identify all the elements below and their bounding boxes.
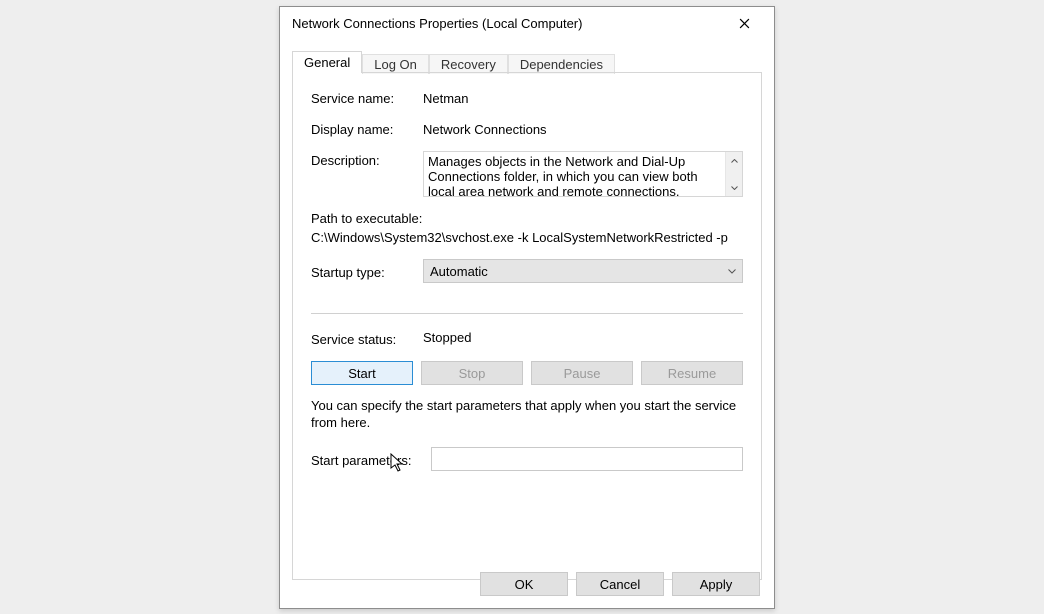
tab-log-on[interactable]: Log On xyxy=(362,54,429,74)
label-service-status: Service status: xyxy=(311,330,423,347)
label-description: Description: xyxy=(311,151,423,168)
chevron-down-icon xyxy=(728,266,736,276)
tab-recovery[interactable]: Recovery xyxy=(429,54,508,74)
titlebar: Network Connections Properties (Local Co… xyxy=(280,7,774,39)
start-params-input[interactable] xyxy=(431,447,743,471)
scroll-up-icon[interactable] xyxy=(726,152,742,169)
start-params-hint: You can specify the start parameters tha… xyxy=(311,397,743,431)
description-scrollbar[interactable] xyxy=(725,152,742,196)
value-path: C:\Windows\System32\svchost.exe -k Local… xyxy=(311,230,743,245)
stop-button: Stop xyxy=(421,361,523,385)
startup-type-select[interactable]: Automatic xyxy=(423,259,743,283)
label-startup-type: Startup type: xyxy=(311,263,423,280)
resume-button: Resume xyxy=(641,361,743,385)
pause-button: Pause xyxy=(531,361,633,385)
divider xyxy=(311,313,743,314)
properties-dialog: Network Connections Properties (Local Co… xyxy=(279,6,775,609)
description-box: Manages objects in the Network and Dial-… xyxy=(423,151,743,197)
label-display-name: Display name: xyxy=(311,120,423,137)
ok-button[interactable]: OK xyxy=(480,572,568,596)
label-service-name: Service name: xyxy=(311,89,423,106)
start-button[interactable]: Start xyxy=(311,361,413,385)
value-display-name: Network Connections xyxy=(423,120,743,137)
tab-panel-general: Service name: Netman Display name: Netwo… xyxy=(292,72,762,580)
cancel-button[interactable]: Cancel xyxy=(576,572,664,596)
value-description: Manages objects in the Network and Dial-… xyxy=(424,152,725,196)
dialog-buttons: OK Cancel Apply xyxy=(480,572,760,596)
close-icon[interactable] xyxy=(722,9,766,37)
tab-strip: General Log On Recovery Dependencies xyxy=(292,49,762,73)
label-path: Path to executable: xyxy=(311,211,743,226)
scroll-down-icon[interactable] xyxy=(726,179,742,196)
label-start-params: Start parameters: xyxy=(311,451,431,468)
tab-general[interactable]: General xyxy=(292,51,362,73)
window-title: Network Connections Properties (Local Co… xyxy=(292,16,722,31)
tab-dependencies[interactable]: Dependencies xyxy=(508,54,615,74)
tabs-area: General Log On Recovery Dependencies Ser… xyxy=(280,39,774,580)
startup-type-value: Automatic xyxy=(430,264,488,279)
apply-button[interactable]: Apply xyxy=(672,572,760,596)
value-service-name: Netman xyxy=(423,89,743,106)
value-service-status: Stopped xyxy=(423,330,471,347)
